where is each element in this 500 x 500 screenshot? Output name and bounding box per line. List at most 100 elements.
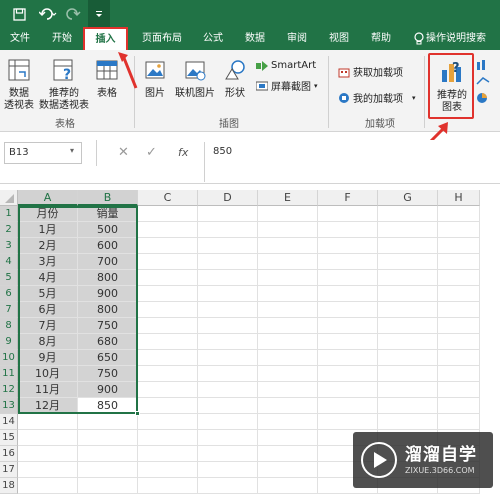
empty-cell[interactable] (438, 238, 480, 254)
empty-cell[interactable] (378, 318, 438, 334)
row-header[interactable]: 13 (0, 398, 18, 414)
empty-cell[interactable] (18, 446, 78, 462)
cancel-icon[interactable]: ✕ (118, 145, 129, 160)
empty-cell[interactable] (318, 286, 378, 302)
table-cell[interactable]: 900 (78, 382, 138, 398)
table-cell[interactable]: 650 (78, 350, 138, 366)
select-all-corner[interactable] (0, 190, 18, 206)
empty-cell[interactable] (258, 462, 318, 478)
empty-cell[interactable] (258, 222, 318, 238)
empty-cell[interactable] (378, 254, 438, 270)
table-cell[interactable]: 12月 (18, 398, 78, 414)
empty-cell[interactable] (378, 222, 438, 238)
row-header[interactable]: 12 (0, 382, 18, 398)
empty-cell[interactable] (438, 302, 480, 318)
row-header[interactable]: 2 (0, 222, 18, 238)
empty-cell[interactable] (318, 318, 378, 334)
empty-cell[interactable] (78, 478, 138, 494)
formula-input[interactable]: 850 (204, 142, 500, 182)
table-cell[interactable]: 680 (78, 334, 138, 350)
table-cell[interactable]: 600 (78, 238, 138, 254)
column-header-b[interactable]: B (78, 190, 138, 206)
table-cell[interactable]: 4月 (18, 270, 78, 286)
empty-cell[interactable] (318, 414, 378, 430)
empty-cell[interactable] (198, 478, 258, 494)
empty-cell[interactable] (138, 382, 198, 398)
empty-cell[interactable] (18, 478, 78, 494)
empty-cell[interactable] (198, 382, 258, 398)
enter-icon[interactable]: ✓ (146, 145, 157, 160)
empty-cell[interactable] (438, 270, 480, 286)
empty-cell[interactable] (318, 238, 378, 254)
column-header-h[interactable]: H (438, 190, 480, 206)
empty-cell[interactable] (78, 414, 138, 430)
empty-cell[interactable] (198, 206, 258, 222)
empty-cell[interactable] (258, 414, 318, 430)
empty-cell[interactable] (318, 302, 378, 318)
table-cell[interactable]: 800 (78, 270, 138, 286)
empty-cell[interactable] (138, 462, 198, 478)
row-header[interactable]: 5 (0, 270, 18, 286)
empty-cell[interactable] (438, 414, 480, 430)
insert-function-button[interactable]: fx (178, 146, 188, 159)
table-cell[interactable]: 500 (78, 222, 138, 238)
empty-cell[interactable] (438, 206, 480, 222)
empty-cell[interactable] (258, 398, 318, 414)
empty-cell[interactable] (318, 382, 378, 398)
empty-cell[interactable] (18, 414, 78, 430)
empty-cell[interactable] (138, 206, 198, 222)
table-cell[interactable]: 850 (78, 398, 138, 414)
empty-cell[interactable] (438, 382, 480, 398)
table-cell[interactable]: 2月 (18, 238, 78, 254)
empty-cell[interactable] (258, 302, 318, 318)
row-header[interactable]: 4 (0, 254, 18, 270)
empty-cell[interactable] (198, 414, 258, 430)
empty-cell[interactable] (138, 222, 198, 238)
empty-cell[interactable] (198, 334, 258, 350)
empty-cell[interactable] (378, 270, 438, 286)
empty-cell[interactable] (438, 254, 480, 270)
empty-cell[interactable] (198, 398, 258, 414)
empty-cell[interactable] (198, 446, 258, 462)
empty-cell[interactable] (378, 206, 438, 222)
empty-cell[interactable] (378, 350, 438, 366)
empty-cell[interactable] (438, 286, 480, 302)
empty-cell[interactable] (198, 318, 258, 334)
table-cell[interactable]: 1月 (18, 222, 78, 238)
table-cell[interactable]: 8月 (18, 334, 78, 350)
table-cell[interactable]: 750 (78, 318, 138, 334)
empty-cell[interactable] (378, 238, 438, 254)
row-header[interactable]: 15 (0, 430, 18, 446)
row-header[interactable]: 11 (0, 366, 18, 382)
empty-cell[interactable] (18, 430, 78, 446)
column-header-g[interactable]: G (378, 190, 438, 206)
table-cell[interactable]: 月份 (18, 206, 78, 222)
empty-cell[interactable] (258, 334, 318, 350)
empty-cell[interactable] (138, 446, 198, 462)
empty-cell[interactable] (138, 414, 198, 430)
row-header[interactable]: 16 (0, 446, 18, 462)
column-header-f[interactable]: F (318, 190, 378, 206)
empty-cell[interactable] (138, 350, 198, 366)
empty-cell[interactable] (198, 350, 258, 366)
table-cell[interactable]: 800 (78, 302, 138, 318)
column-header-e[interactable]: E (258, 190, 318, 206)
empty-cell[interactable] (138, 398, 198, 414)
empty-cell[interactable] (318, 206, 378, 222)
empty-cell[interactable] (438, 398, 480, 414)
row-header[interactable]: 14 (0, 414, 18, 430)
empty-cell[interactable] (138, 254, 198, 270)
empty-cell[interactable] (258, 318, 318, 334)
empty-cell[interactable] (258, 206, 318, 222)
empty-cell[interactable] (318, 350, 378, 366)
table-cell[interactable]: 11月 (18, 382, 78, 398)
fill-handle[interactable] (135, 411, 140, 416)
empty-cell[interactable] (258, 286, 318, 302)
empty-cell[interactable] (318, 398, 378, 414)
empty-cell[interactable] (378, 398, 438, 414)
empty-cell[interactable] (258, 366, 318, 382)
table-cell[interactable]: 700 (78, 254, 138, 270)
table-cell[interactable]: 6月 (18, 302, 78, 318)
empty-cell[interactable] (198, 238, 258, 254)
empty-cell[interactable] (258, 478, 318, 494)
